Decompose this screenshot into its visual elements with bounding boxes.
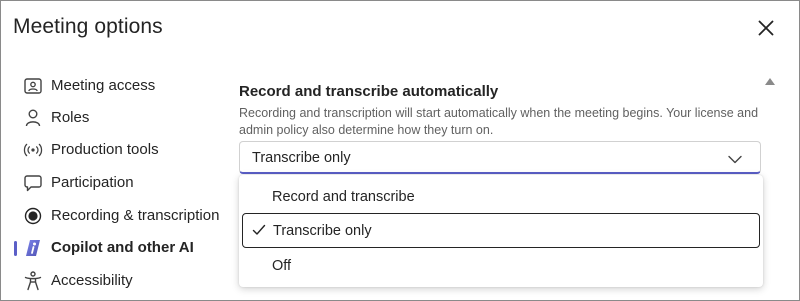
dialog-title: Meeting options: [13, 15, 163, 38]
sidebar-item-recording-transcription[interactable]: Recording & transcription: [1, 201, 231, 231]
scroll-up-arrow[interactable]: [764, 73, 776, 85]
option-record-and-transcribe[interactable]: Record and transcribe: [242, 180, 760, 215]
close-button[interactable]: [753, 15, 779, 41]
select-value: Transcribe only: [252, 150, 351, 166]
chevron-down-icon: [728, 151, 742, 169]
copilot-icon: [23, 238, 43, 258]
accessibility-icon: [23, 271, 43, 291]
option-transcribe-only[interactable]: Transcribe only: [242, 213, 760, 248]
sidebar-item-production-tools[interactable]: Production tools: [1, 135, 231, 165]
sidebar-item-label: Participation: [51, 174, 134, 191]
meeting-options-dialog: Meeting options Meeting access Roles Pro…: [0, 0, 800, 301]
sidebar-item-meeting-access[interactable]: Meeting access: [1, 71, 231, 101]
broadcast-icon: [23, 140, 43, 160]
close-icon: [758, 20, 774, 36]
sidebar-item-label: Recording & transcription: [51, 207, 220, 224]
option-label: Transcribe only: [273, 223, 372, 239]
option-label: Off: [272, 258, 292, 274]
sidebar-item-label: Copilot and other AI: [51, 239, 194, 256]
active-indicator: [14, 241, 17, 256]
record-icon: [23, 206, 43, 226]
option-off[interactable]: Off: [242, 249, 760, 284]
dropdown-listbox: Record and transcribe Transcribe only Of…: [239, 175, 763, 287]
record-transcribe-select[interactable]: Transcribe only: [239, 141, 761, 174]
sidebar-item-label: Meeting access: [51, 77, 156, 94]
sidebar-item-participation[interactable]: Participation: [1, 168, 231, 198]
checkmark-icon: [252, 223, 266, 241]
caret-up-icon: [765, 78, 775, 85]
sidebar-item-accessibility[interactable]: Accessibility: [1, 266, 231, 296]
section-title: Record and transcribe automatically: [239, 83, 499, 100]
sidebar-item-label: Accessibility: [51, 272, 133, 289]
section-description: Recording and transcription will start a…: [239, 106, 759, 137]
sidebar-item-roles[interactable]: Roles: [1, 103, 231, 133]
person-icon: [23, 108, 43, 128]
person-card-icon: [23, 76, 43, 96]
option-label: Record and transcribe: [272, 189, 415, 205]
chat-icon: [23, 173, 43, 193]
sidebar-item-copilot[interactable]: Copilot and other AI: [1, 233, 231, 263]
sidebar-item-label: Roles: [51, 109, 90, 126]
sidebar-item-label: Production tools: [51, 141, 159, 158]
